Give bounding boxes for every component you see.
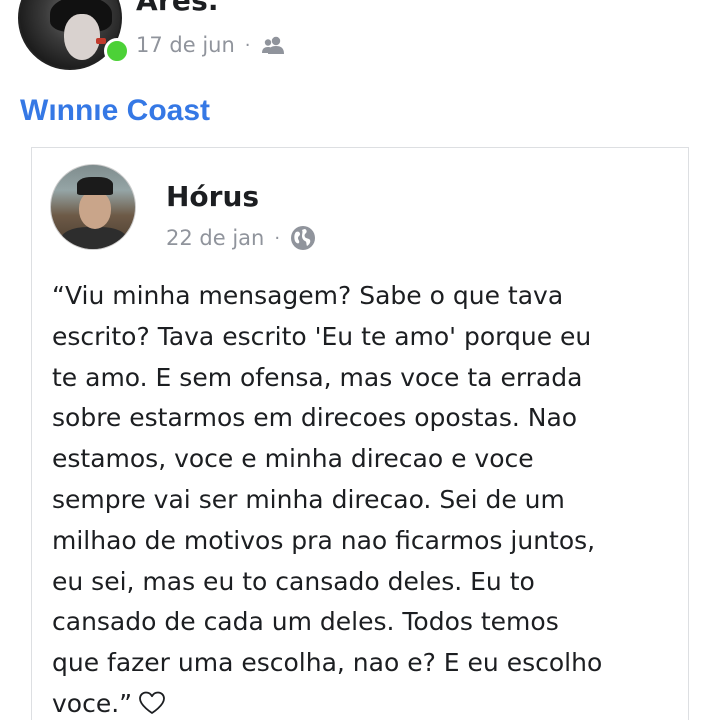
shared-post-meta: 22 de jan · [166, 222, 316, 254]
meta-separator: · [274, 227, 281, 249]
shared-post-date[interactable]: 22 de jan [166, 226, 264, 250]
globe-icon [291, 226, 316, 250]
heart-icon [139, 691, 166, 714]
avatar-cap [77, 177, 113, 195]
shared-author-name[interactable]: Hórus [166, 180, 259, 213]
post-date[interactable]: 17 de jun [136, 33, 235, 57]
online-status-dot [104, 38, 130, 64]
text-line: “Viu minha mensagem? Sabe o que tava [52, 281, 564, 310]
text-line: te amo. E sem ofensa, mas voce ta errada [52, 362, 583, 392]
text-line: escrito? Tava escrito 'Eu te amo' porque… [52, 321, 592, 351]
post-view: Ares. 17 de jun · Wınnıe Coast Hórus 22 … [0, 0, 720, 720]
avatar-accent [96, 38, 106, 44]
post-header: Ares. 17 de jun · [18, 0, 708, 76]
meta-separator: · [244, 34, 251, 56]
text-line: sobre estarmos em direcoes opostas. Nao [52, 403, 578, 433]
text-line: voce.” [52, 688, 133, 718]
avatar-shirt [61, 227, 127, 249]
friends-icon [261, 36, 284, 54]
text-line: milhao de motivos pra nao ficarmos junto… [52, 525, 596, 555]
text-line: que fazer uma escolha, nao e? E eu escol… [52, 648, 603, 678]
text-line-last: voce.” [52, 684, 682, 720]
text-line: cansado de cada um deles. Todos temos [52, 607, 559, 637]
avatar-face [79, 191, 111, 229]
shared-author-avatar[interactable] [50, 164, 136, 250]
text-line: eu sei, mas eu to cansado deles. Eu to [52, 566, 535, 596]
post-meta: 17 de jun · [136, 30, 287, 60]
text-line: estamos, voce e minha direcao e voce [52, 444, 534, 474]
text-line: sempre vai ser minha direcao. Sei de um [52, 484, 565, 514]
post-author-name[interactable]: Ares. [136, 0, 219, 17]
group-name-link[interactable]: Wınnıe Coast [20, 94, 210, 128]
avatar-face [64, 14, 100, 60]
shared-post-card[interactable]: Hórus 22 de jan · “Viu minha mensagem? S… [31, 147, 689, 720]
shared-post-text: “Viu minha mensagem? Sabe o que tava esc… [52, 276, 682, 720]
